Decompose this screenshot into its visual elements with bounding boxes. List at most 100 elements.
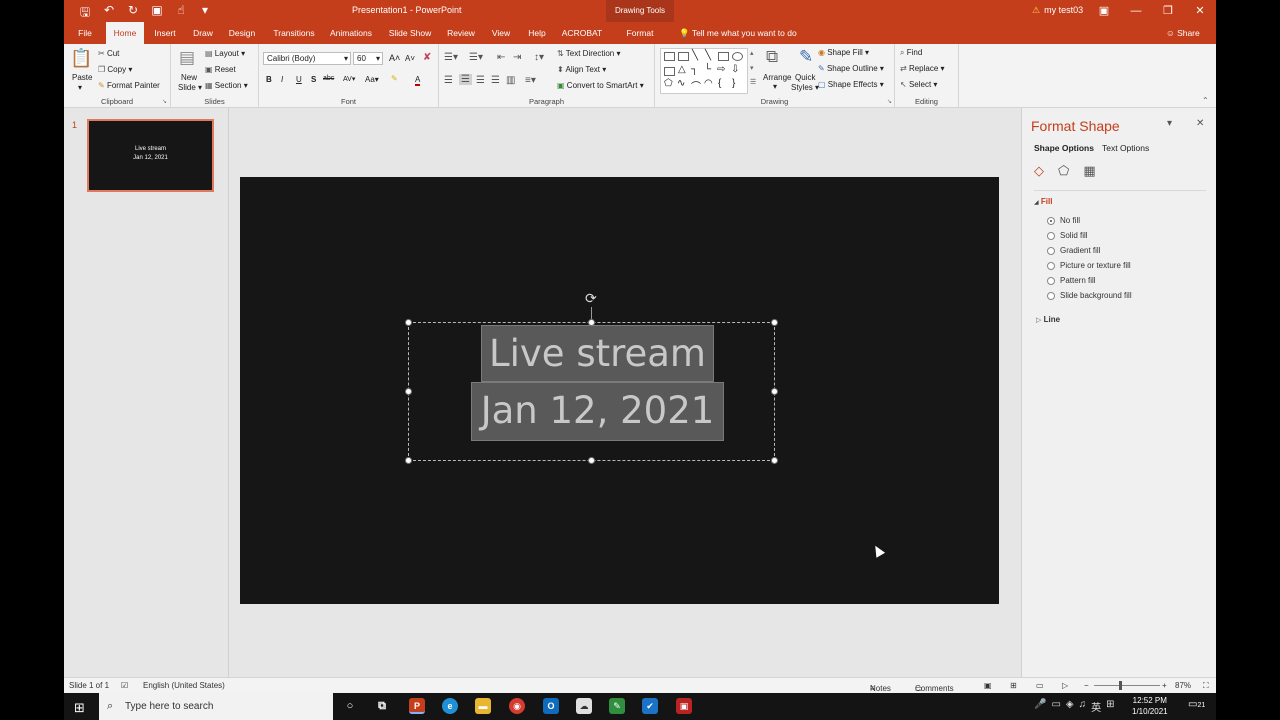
taskbar-clock[interactable]: 12:52 PM 1/10/2021 — [1132, 695, 1168, 717]
network-icon[interactable]: ◈ — [1066, 699, 1074, 714]
tab-home[interactable]: Home — [106, 22, 144, 44]
tab-text-options[interactable]: Text Options — [1102, 143, 1149, 153]
oval-shape-icon[interactable] — [732, 52, 743, 61]
rounded-rectangle-icon[interactable] — [664, 67, 675, 76]
radio-slide-background-fill[interactable]: Slide background fill — [1047, 291, 1132, 300]
radio-picture-fill[interactable]: Picture or texture fill — [1047, 261, 1131, 270]
tab-view[interactable]: View — [488, 22, 514, 44]
windows-start-icon[interactable]: ⊞ — [74, 700, 85, 716]
columns-icon[interactable]: ▥ — [506, 75, 515, 86]
increase-indent-icon[interactable]: ⇥ — [513, 52, 521, 63]
font-family-box[interactable]: Calibri (Body) ▾ — [263, 52, 351, 65]
copy-button[interactable]: ❐ Copy ▾ — [98, 65, 132, 74]
edge-icon[interactable]: e — [442, 698, 458, 714]
brace-left-icon[interactable]: { — [718, 78, 721, 89]
chrome-icon[interactable]: ◉ — [509, 698, 525, 714]
arrange-button[interactable]: Arrange — [763, 73, 791, 82]
down-arrow-shape-icon[interactable]: ⇩ — [731, 64, 739, 75]
zoom-out-icon[interactable]: − — [1084, 681, 1089, 690]
tab-insert[interactable]: Insert — [150, 22, 180, 44]
fill-section-header[interactable]: ◢ Fill — [1034, 197, 1052, 206]
spell-check-icon[interactable]: ☑ — [121, 681, 128, 690]
tab-shape-options[interactable]: Shape Options — [1034, 143, 1094, 153]
triangle-shape-icon[interactable]: △ — [678, 64, 686, 75]
radio-no-fill[interactable]: No fill — [1047, 216, 1080, 225]
tab-slide-show[interactable]: Slide Show — [386, 22, 434, 44]
elbow-arrow-icon[interactable]: └ — [704, 64, 711, 75]
font-color-button[interactable]: A — [415, 75, 421, 86]
gallery-scroll-down-icon[interactable]: ▾ — [750, 64, 754, 72]
shape-effects-button[interactable]: ▢ Shape Effects ▾ — [818, 80, 884, 89]
clear-formatting-icon[interactable]: ✘ — [423, 52, 431, 63]
zoom-level[interactable]: 87% — [1175, 681, 1191, 690]
resize-handle-bottom[interactable] — [588, 457, 595, 464]
customize-qat-icon[interactable]: ▾ — [198, 3, 212, 24]
paste-icon[interactable]: 📋 — [70, 48, 92, 69]
vertical-textbox-icon[interactable] — [678, 52, 689, 61]
sync-app-icon[interactable]: ☁ — [576, 698, 592, 714]
file-explorer-icon[interactable]: ▬ — [475, 698, 491, 714]
bold-button[interactable]: B — [266, 75, 272, 84]
media-app-icon[interactable]: ▣ — [676, 698, 692, 714]
save-icon[interactable]: 🖫 — [78, 3, 92, 24]
new-slide-button[interactable]: New — [181, 73, 197, 82]
align-left-icon[interactable]: ☰ — [444, 75, 453, 86]
resize-handle-bottom-right[interactable] — [771, 457, 778, 464]
rectangle-shape-icon[interactable] — [718, 52, 729, 61]
ribbon-display-options-icon[interactable]: ▣ — [1088, 0, 1120, 22]
right-arrow-shape-icon[interactable]: ⇨ — [717, 64, 725, 75]
align-options-icon[interactable]: ≡▾ — [525, 75, 536, 86]
pentagon-shape-icon[interactable]: ⬠ — [664, 78, 673, 89]
fit-to-window-icon[interactable]: ⛶ — [1203, 681, 1209, 691]
slide-title-line-1[interactable]: Live stream — [481, 325, 714, 382]
tab-draw[interactable]: Draw — [188, 22, 218, 44]
section-button[interactable]: ▦ Section ▾ — [205, 81, 248, 90]
convert-smartart-button[interactable]: ▣ Convert to SmartArt ▾ — [557, 81, 644, 90]
paste-dropdown-icon[interactable]: ▾ — [78, 83, 82, 92]
new-slide-icon[interactable]: ▤ — [179, 48, 195, 68]
start-from-beginning-icon[interactable]: ▣ — [150, 3, 164, 24]
task-view-icon[interactable]: ⧉ — [374, 698, 390, 714]
character-spacing-button[interactable]: AV▾ — [343, 75, 355, 83]
align-center-icon[interactable]: ☰ — [459, 74, 472, 85]
dialog-launcher-icon[interactable]: ↘ — [162, 98, 167, 105]
pane-options-icon[interactable]: ▾ — [1167, 118, 1172, 129]
select-button[interactable]: ↖ Select ▾ — [900, 80, 937, 89]
shapes-gallery[interactable]: ╲ ╲ △ ┐ └ ⇨ ⇩ ⬠ ∿ ⌒ ◠ { } — [660, 48, 748, 94]
numbering-icon[interactable]: ☰▾ — [469, 52, 483, 63]
radio-gradient-fill[interactable]: Gradient fill — [1047, 246, 1100, 255]
arrow-line-icon[interactable]: ╲ — [705, 50, 711, 61]
undo-icon[interactable]: ↶ — [102, 3, 116, 24]
size-properties-icon[interactable]: ▦ — [1083, 163, 1095, 179]
account-area[interactable]: ⚠ my test03 — [1032, 5, 1083, 16]
fill-line-icon[interactable]: ◇ — [1034, 163, 1044, 179]
keyboard-icon[interactable]: ⊞ — [1106, 699, 1114, 714]
arrange-icon[interactable]: ⧉ — [766, 47, 778, 67]
new-slide-button-2[interactable]: Slide ▾ — [178, 83, 202, 92]
todo-icon[interactable]: ✔ — [642, 698, 658, 714]
tab-help[interactable]: Help — [524, 22, 550, 44]
arc-shape-icon[interactable]: ◠ — [704, 78, 713, 89]
increase-font-size-icon[interactable]: A˄ — [389, 53, 400, 63]
radio-pattern-fill[interactable]: Pattern fill — [1047, 276, 1096, 285]
tab-format[interactable]: Format — [616, 22, 664, 44]
tell-me-search[interactable]: 💡 Tell me what you want to do — [679, 28, 797, 39]
microphone-icon[interactable]: 🎤 — [1034, 699, 1046, 714]
slide-canvas[interactable]: ⟳ Live stream Jan 12, 2021 — [240, 177, 999, 604]
radio-solid-fill[interactable]: Solid fill — [1047, 231, 1088, 240]
gallery-more-icon[interactable]: ☰ — [750, 78, 756, 86]
line-shape-icon[interactable]: ╲ — [692, 50, 698, 61]
redo-icon[interactable]: ↻ — [126, 3, 140, 24]
decrease-font-size-icon[interactable]: A˅ — [405, 54, 415, 63]
change-case-button[interactable]: Aa▾ — [365, 75, 379, 84]
decrease-indent-icon[interactable]: ⇤ — [497, 52, 505, 63]
touch-mode-icon[interactable]: ☝ — [174, 3, 188, 24]
cut-button[interactable]: ✂ Cut — [98, 49, 119, 58]
taskbar-search-box[interactable]: ⌕ Type here to search — [99, 693, 333, 720]
language-status[interactable]: English (United States) — [143, 681, 225, 690]
slide-sorter-icon[interactable]: ⊞ — [1010, 681, 1017, 690]
minimize-icon[interactable]: — — [1120, 0, 1152, 22]
quick-styles-button-2[interactable]: Styles ▾ — [791, 83, 819, 92]
resize-handle-left[interactable] — [405, 388, 412, 395]
zoom-slider-track[interactable] — [1094, 685, 1160, 686]
